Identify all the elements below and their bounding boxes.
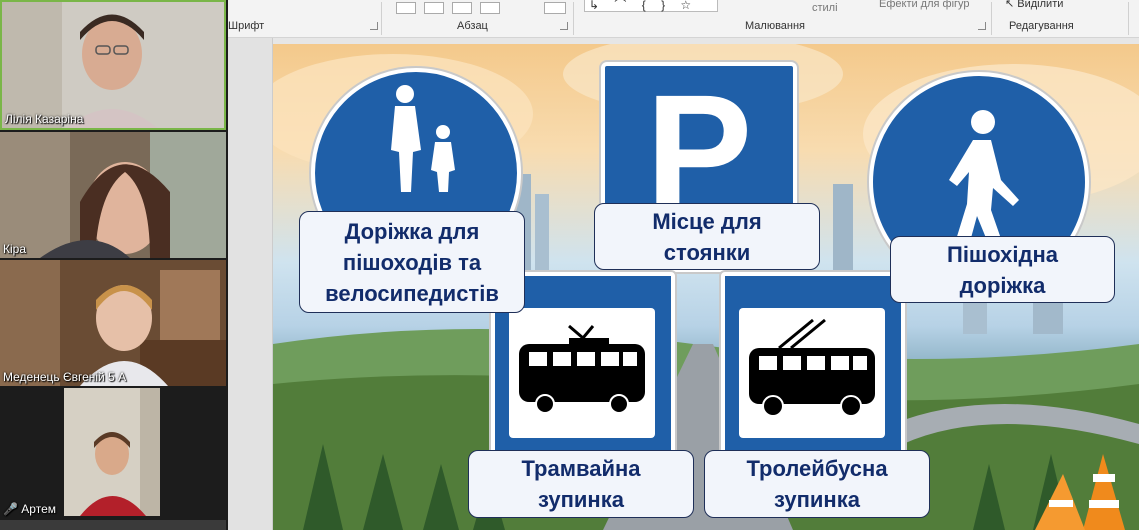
quick-styles-button[interactable]: стилі bbox=[812, 2, 838, 14]
participant-tile[interactable] bbox=[0, 520, 226, 530]
tram-icon bbox=[519, 324, 645, 414]
participant-name: Кіра bbox=[3, 242, 27, 256]
participant-tile[interactable]: Меденець Євгеній 5 А bbox=[0, 260, 226, 386]
align-left-button[interactable] bbox=[396, 2, 416, 14]
trolleybus-icon bbox=[749, 318, 875, 417]
align-center-button[interactable] bbox=[424, 2, 444, 14]
caption-parking[interactable]: Місце для стоянки bbox=[594, 203, 820, 270]
cursor-icon: ↖ bbox=[1005, 0, 1015, 10]
group-label-font: Шрифт bbox=[228, 20, 265, 32]
ribbon-separator bbox=[991, 2, 992, 35]
ribbon-separator bbox=[381, 2, 382, 35]
participant-tile[interactable]: Лілія Казаріна bbox=[0, 0, 226, 130]
presentation-slide[interactable]: P Доріжка для пішоходів та велосипедисті… bbox=[273, 44, 1139, 530]
participant-name: Лілія Казаріна bbox=[5, 112, 84, 126]
caption-pedestrian-bicycle-path[interactable]: Доріжка для пішоходів та велосипедистів bbox=[299, 211, 525, 313]
participant-name: Меденець Євгеній 5 А bbox=[3, 370, 127, 384]
trolleybus-stop-panel bbox=[739, 308, 885, 438]
tram-stop-panel bbox=[509, 308, 655, 438]
align-right-button[interactable] bbox=[452, 2, 472, 14]
slide-thumbnails-strip bbox=[228, 38, 273, 530]
caption-footpath[interactable]: Пішохідна доріжка bbox=[890, 236, 1115, 303]
paragraph-dialog-launcher[interactable] bbox=[560, 22, 568, 30]
drawing-dialog-launcher[interactable] bbox=[978, 22, 986, 30]
participant-tile[interactable]: Кіра bbox=[0, 132, 226, 258]
caption-line: стоянки bbox=[663, 239, 751, 265]
font-dialog-launcher[interactable] bbox=[370, 22, 378, 30]
participant-video bbox=[2, 2, 224, 128]
group-label-paragraph: Абзац bbox=[457, 20, 488, 32]
caption-line: зупинка bbox=[538, 487, 624, 512]
caption-line: Місце для bbox=[652, 208, 762, 234]
select-button[interactable]: ↖ Виділити bbox=[1005, 0, 1063, 10]
caption-line: Доріжка для bbox=[344, 218, 480, 244]
caption-trolleybus-stop[interactable]: Тролейбусна зупинка bbox=[704, 450, 930, 518]
ribbon-separator bbox=[1128, 2, 1129, 35]
justify-button[interactable] bbox=[480, 2, 500, 14]
caption-line: Тролейбусна bbox=[746, 456, 888, 481]
ribbon-separator bbox=[573, 2, 574, 35]
caption-line: велосипедистів bbox=[325, 280, 499, 306]
caption-tram-stop[interactable]: Трамвайна зупинка bbox=[468, 450, 694, 518]
participant-video bbox=[0, 260, 226, 386]
shapes-gallery[interactable]: ↳ ⌒ { } ☆ bbox=[584, 0, 718, 12]
select-label: Виділити bbox=[1017, 0, 1064, 10]
caption-line: зупинка bbox=[774, 487, 860, 512]
participant-tile[interactable]: 🎤 Артем bbox=[0, 388, 226, 518]
caption-line: Трамвайна bbox=[521, 456, 641, 481]
caption-line: Пішохідна bbox=[947, 241, 1058, 267]
group-label-editing: Редагування bbox=[1009, 20, 1074, 32]
group-label-drawing: Малювання bbox=[745, 20, 806, 32]
participant-name: 🎤 Артем bbox=[3, 502, 56, 516]
participant-video bbox=[0, 388, 226, 518]
mic-muted-icon: 🎤 bbox=[3, 502, 18, 516]
shape-effects-button[interactable]: Ефекти для фігур bbox=[879, 0, 970, 10]
participant-video bbox=[0, 132, 226, 258]
caption-line: доріжка bbox=[959, 272, 1046, 298]
align-text-button[interactable] bbox=[544, 2, 566, 14]
video-participants-panel: Лілія Казаріна Кіра Меденець Євгеній 5 А bbox=[0, 0, 228, 530]
caption-line: пішоходів та bbox=[342, 249, 482, 275]
